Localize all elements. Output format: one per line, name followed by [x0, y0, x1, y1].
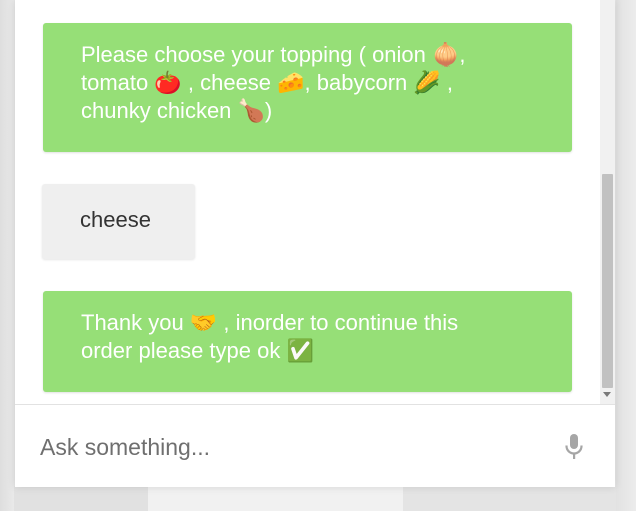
message-line: tomato 🍅 , cheese 🧀, babycorn 🌽 , [81, 70, 454, 95]
bot-message: Thank you 🤝 , inorder to continue this o… [43, 291, 572, 392]
background-left [0, 0, 14, 511]
ask-input[interactable] [40, 429, 540, 465]
message-line: order please type ok ✅ [81, 338, 314, 363]
bot-message: Please choose your topping ( onion 🧅, to… [43, 23, 572, 152]
background-bottom-left [14, 486, 148, 511]
scroll-down-arrow-icon[interactable] [603, 392, 611, 397]
background-bottom-middle [148, 486, 403, 511]
message-line: chunky chicken 🍗) [81, 98, 273, 123]
message-line: Please choose your topping ( onion 🧅, [81, 42, 466, 67]
message-line: Thank you 🤝 , inorder to continue this [81, 310, 459, 335]
scrollbar[interactable] [600, 0, 615, 404]
chat-window: Please choose your topping ( onion 🧅, to… [15, 0, 615, 487]
background-bottom-right [403, 486, 616, 511]
user-message: cheese [42, 184, 195, 259]
message-line: cheese [80, 207, 151, 232]
background-right [616, 0, 636, 511]
input-bar [15, 404, 615, 487]
scrollbar-thumb[interactable] [602, 174, 613, 388]
message-list[interactable]: Please choose your topping ( onion 🧅, to… [15, 0, 615, 404]
microphone-icon[interactable] [563, 433, 585, 461]
